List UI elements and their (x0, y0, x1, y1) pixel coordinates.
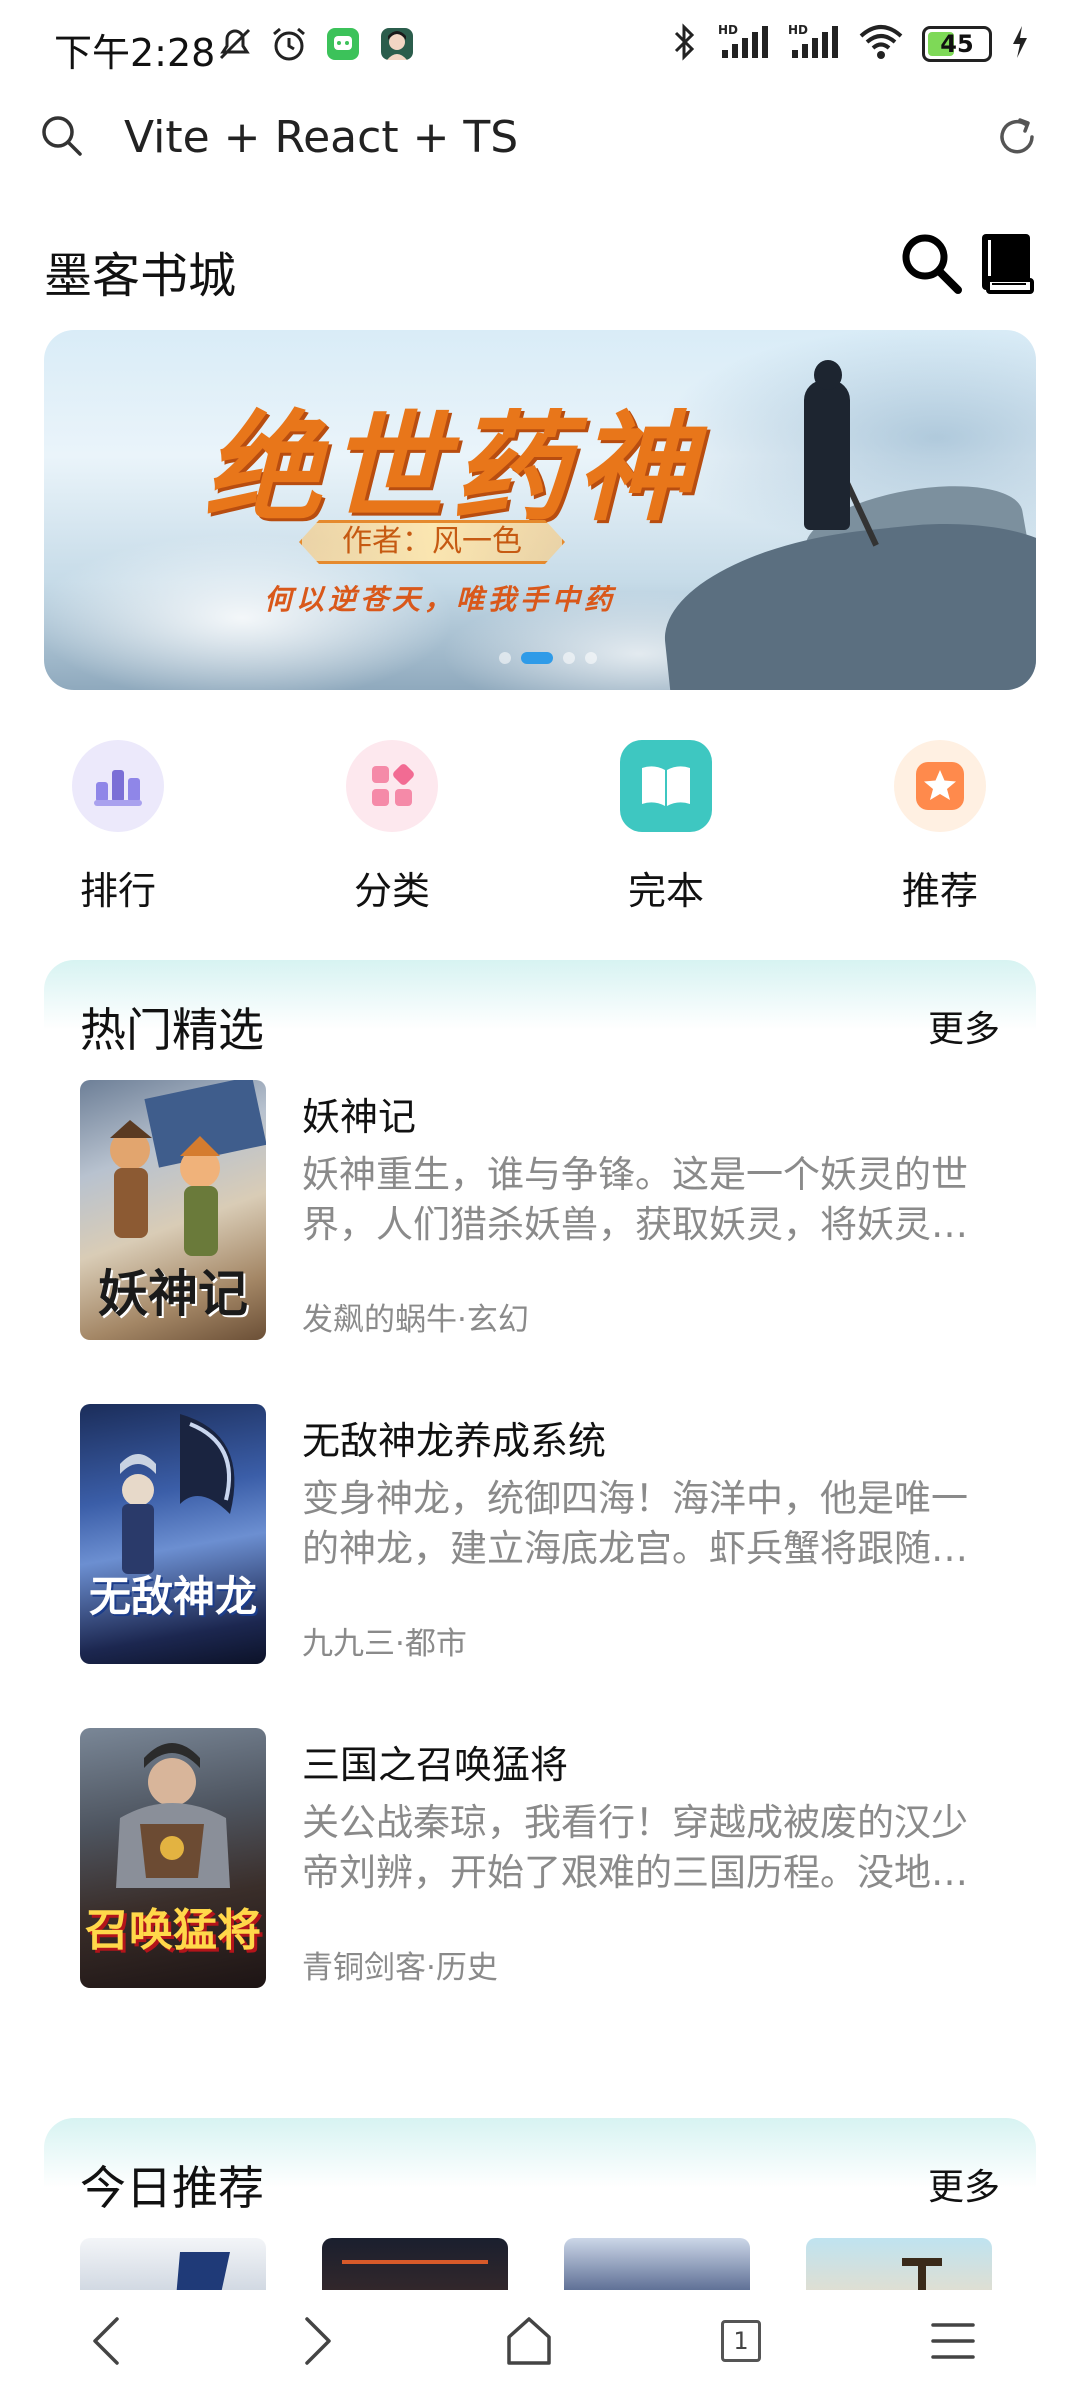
cover-title: 召唤猛将 (85, 1905, 261, 1956)
banner-author: 作者：风一色 (299, 520, 565, 564)
quick-nav: 排行 分类 完本 推荐 (0, 740, 1080, 920)
status-bar: 下午2:28 HD HD 45 (0, 0, 1080, 90)
star-icon (894, 740, 986, 832)
section-title: 热门精选 (80, 1003, 264, 1057)
app-title: 墨客书城 (44, 248, 237, 304)
avatar-notification-icon (377, 24, 417, 64)
banner-slogan: 何以逆苍天，唯我手中药 (264, 583, 617, 616)
book-title[interactable]: 三国之召唤猛将 (302, 1734, 568, 1789)
banner-title: 绝世药神 (204, 398, 701, 537)
cover-title: 无敌神龙 (88, 1572, 257, 1621)
open-book-icon (620, 740, 712, 832)
carousel-dot[interactable] (563, 652, 575, 664)
app-notification-icon (323, 24, 363, 64)
banner-figure (804, 380, 850, 530)
tab-count: 1 (721, 2320, 761, 2362)
quick-nav-label: 排行 (79, 869, 156, 913)
signal-icon-1: HD (718, 22, 770, 66)
signal-icon-2: HD (788, 22, 840, 66)
banner-figure-head (814, 360, 842, 390)
more-link[interactable]: 更多 (928, 2158, 1000, 2210)
more-link[interactable]: 更多 (928, 1000, 1000, 1052)
book-item[interactable]: 召唤猛将 三国之召唤猛将 关公战秦琼，我看行！穿越成被废的汉少帝刘辨，开始了艰难… (80, 1728, 1000, 1988)
quick-nav-ranking[interactable]: 排行 (38, 740, 198, 915)
wifi-icon (858, 22, 904, 66)
back-icon[interactable] (72, 2306, 142, 2376)
app-header: 墨客书城 (0, 220, 1080, 320)
forward-icon[interactable] (282, 2306, 352, 2376)
hot-picks-section: 热门精选 更多 妖神记 妖神记 妖神重生，谁与争锋。这是一个妖灵的世界，人们猎杀… (44, 960, 1036, 2020)
book-meta: 九九三·都市 (302, 1626, 467, 1662)
alarm-icon (269, 24, 309, 64)
quick-nav-recommend[interactable]: 推荐 (860, 740, 1020, 915)
refresh-icon[interactable] (994, 114, 1040, 164)
book-meta: 青铜剑客·历史 (302, 1950, 498, 1986)
tabs-button[interactable]: 1 (706, 2306, 776, 2376)
book-cover[interactable]: 召唤猛将 (80, 1728, 266, 1988)
address-text[interactable]: Vite + React + TS (124, 112, 518, 163)
browser-address-bar[interactable]: Vite + React + TS (0, 90, 1080, 190)
book-cover[interactable]: 无敌神龙 (80, 1404, 266, 1664)
home-icon[interactable] (494, 2306, 564, 2376)
quick-nav-category[interactable]: 分类 (312, 740, 472, 915)
category-grid-icon (346, 740, 438, 832)
carousel-indicator (499, 652, 597, 664)
carousel-dot[interactable] (499, 652, 511, 664)
bar-chart-icon (72, 740, 164, 832)
book-description: 变身神龙，统御四海！海洋中，他是唯一的神龙，建立海底龙宫。虾兵蟹将跟随左右。 (302, 1477, 968, 1570)
menu-icon[interactable] (918, 2306, 988, 2376)
status-left-icons (215, 24, 417, 64)
book-description: 关公战秦琼，我看行！穿越成被废的汉少帝刘辨，开始了艰难的三国历程。没地盘，没人马… (302, 1801, 968, 1894)
browser-bottom-nav: 1 (0, 2290, 1080, 2400)
book-title[interactable]: 妖神记 (302, 1086, 416, 1141)
book-title[interactable]: 无敌神龙养成系统 (302, 1410, 606, 1465)
svg-text:HD: HD (718, 23, 738, 37)
carousel-dot-active[interactable] (521, 652, 553, 664)
carousel-dot[interactable] (585, 652, 597, 664)
cover-title: 妖神记 (98, 1264, 248, 1323)
today-recommend-section: 今日推荐 更多 (44, 2118, 1036, 2308)
charging-icon (1010, 24, 1030, 64)
status-time: 下午2:28 (54, 31, 216, 75)
quick-nav-label: 推荐 (901, 869, 978, 913)
search-icon[interactable] (40, 114, 84, 162)
quick-nav-completed[interactable]: 完本 (586, 740, 746, 915)
mute-icon (215, 24, 255, 64)
book-description: 妖神重生，谁与争锋。这是一个妖灵的世界，人们猎杀妖兽，获取妖灵，将妖灵融入自身，… (302, 1153, 968, 1246)
quick-nav-label: 完本 (627, 869, 704, 913)
book-meta: 发飙的蜗牛·玄幻 (302, 1302, 529, 1338)
bluetooth-icon (670, 22, 700, 66)
section-title: 今日推荐 (80, 2161, 264, 2215)
battery-indicator: 45 (922, 26, 992, 62)
svg-text:HD: HD (788, 23, 808, 37)
battery-level-text: 45 (940, 30, 974, 58)
quick-nav-label: 分类 (353, 869, 430, 913)
book-item[interactable]: 妖神记 妖神记 妖神重生，谁与争锋。这是一个妖灵的世界，人们猎杀妖兽，获取妖灵，… (80, 1080, 1000, 1340)
status-right-icons: HD HD 45 (670, 22, 1030, 66)
book-cover[interactable]: 妖神记 (80, 1080, 266, 1340)
banner-carousel[interactable]: 绝世药神 作者：风一色 何以逆苍天，唯我手中药 (44, 330, 1036, 690)
bookshelf-icon[interactable] (976, 230, 1036, 300)
book-item[interactable]: 无敌神龙 无敌神龙养成系统 变身神龙，统御四海！海洋中，他是唯一的神龙，建立海底… (80, 1404, 1000, 1664)
search-icon[interactable] (898, 230, 964, 300)
